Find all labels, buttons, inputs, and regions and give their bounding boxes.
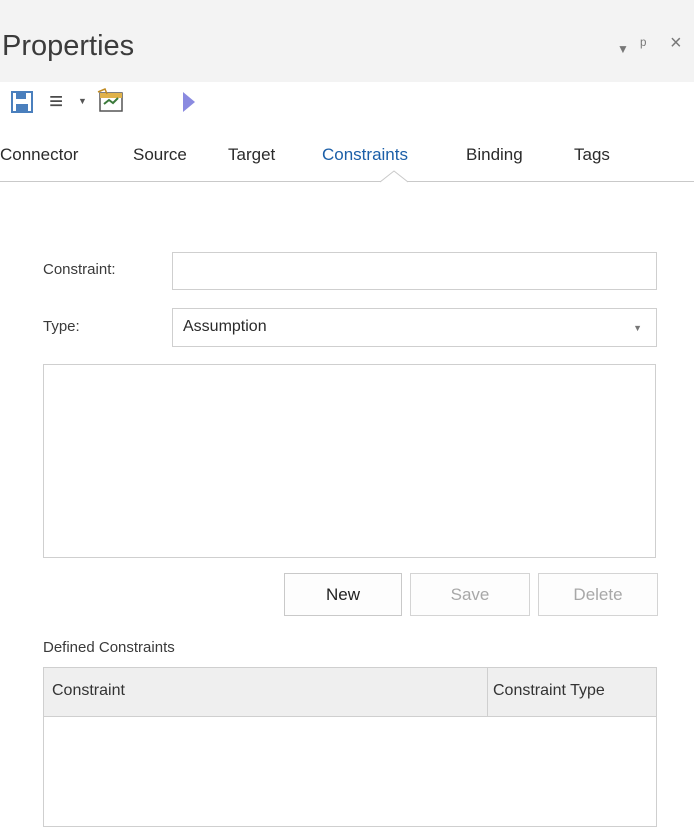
defined-constraints-label: Defined Constraints	[43, 639, 175, 656]
type-select-value: Assumption	[183, 318, 267, 335]
close-icon[interactable]: ×	[670, 28, 682, 58]
constraints-table[interactable]: Constraint Constraint Type	[43, 667, 657, 827]
tab-tags[interactable]: Tags	[574, 143, 610, 167]
column-header-constraint[interactable]: Constraint	[52, 682, 125, 700]
chevron-down-icon: ▼	[633, 323, 642, 333]
type-select[interactable]: Assumption ▼	[172, 308, 657, 347]
tab-target[interactable]: Target	[228, 143, 275, 167]
play-icon[interactable]	[182, 91, 196, 113]
window-title: Properties	[2, 30, 135, 62]
tab-constraints[interactable]: Constraints	[322, 143, 408, 167]
tab-connector[interactable]: Connector	[0, 143, 78, 167]
constraint-notes-textarea[interactable]	[43, 364, 656, 558]
tab-bar: Connector Source Target Constraints Bind…	[0, 130, 694, 182]
new-button[interactable]: New	[284, 573, 402, 616]
save-icon[interactable]	[10, 90, 34, 114]
dropdown-icon[interactable]: ▼	[617, 34, 629, 64]
chevron-down-icon[interactable]: ▼	[78, 96, 87, 106]
tab-binding[interactable]: Binding	[466, 143, 523, 167]
active-tab-indicator	[380, 170, 408, 183]
pin-icon[interactable]: ᵖ	[640, 30, 646, 60]
delete-button[interactable]: Delete	[538, 573, 658, 616]
tab-source[interactable]: Source	[133, 143, 187, 167]
tab-divider	[0, 181, 694, 182]
column-header-constraint-type[interactable]: Constraint Type	[493, 682, 605, 700]
table-header: Constraint Constraint Type	[44, 668, 656, 717]
menu-icon[interactable]: ≡	[49, 88, 63, 116]
column-divider[interactable]	[487, 668, 488, 716]
constraint-label: Constraint:	[43, 261, 116, 278]
type-label: Type:	[43, 318, 80, 335]
properties-icon[interactable]	[96, 88, 126, 114]
title-bar: Properties ▼ ᵖ ×	[0, 0, 694, 82]
constraint-input[interactable]	[172, 252, 657, 290]
save-button[interactable]: Save	[410, 573, 530, 616]
